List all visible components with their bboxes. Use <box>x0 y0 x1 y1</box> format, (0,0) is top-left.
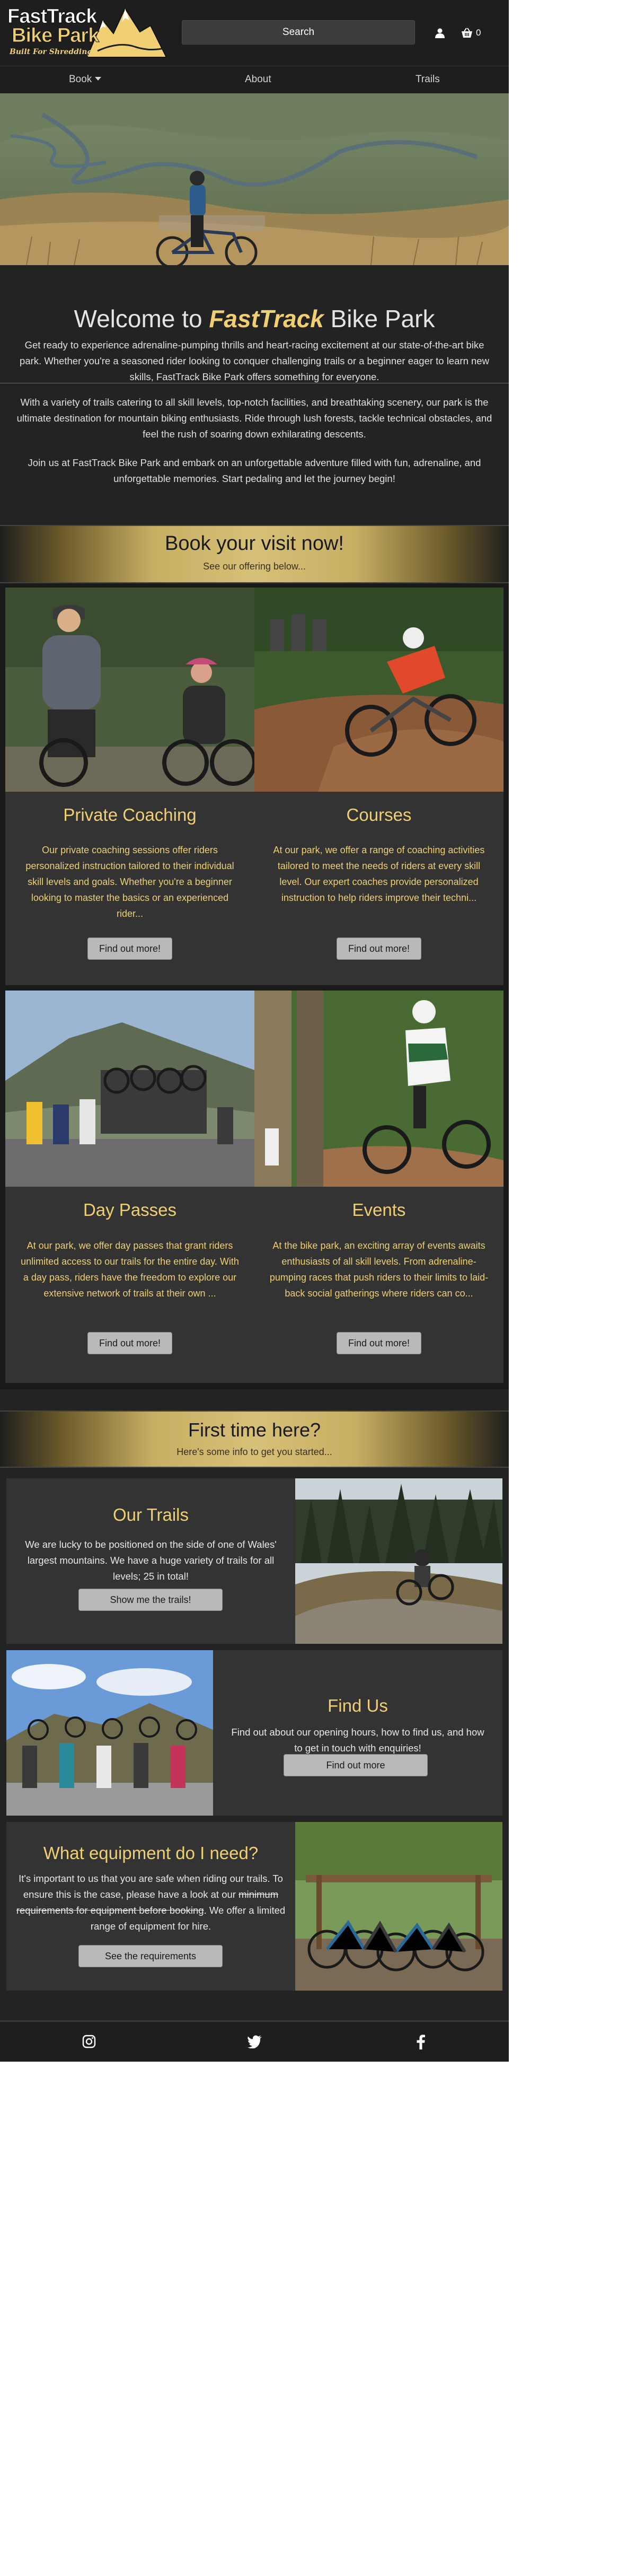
card-text: Our private coaching sessions offer ride… <box>25 845 234 919</box>
booking-banner: Book your visit now! See our offering be… <box>0 525 509 583</box>
card-courses: Courses At our park, we offer a range of… <box>254 588 504 985</box>
card-title: Private Coaching <box>63 805 197 825</box>
find-us-panel: Find Us Find out about our opening hours… <box>6 1650 502 1816</box>
logo-tagline: Built For Shredding <box>10 48 93 56</box>
logo-line-2: Bike Park <box>11 24 99 47</box>
nav-item-book[interactable]: Book <box>69 74 102 85</box>
show-trails-button[interactable]: Show me the trails! <box>78 1589 223 1611</box>
card-text: At our park, we offer a range of coachin… <box>273 845 485 903</box>
our-trails-panel: Our Trails We are lucky to be positioned… <box>6 1478 502 1644</box>
card-image <box>254 588 504 792</box>
main-nav: Book About Trails <box>0 66 509 93</box>
nav-item-label: Book <box>69 74 92 85</box>
equipment-title: What equipment do I need? <box>43 1843 259 1863</box>
welcome-paragraph: With a variety of trails catering to all… <box>16 397 492 440</box>
chevron-down-icon <box>95 77 102 81</box>
card-day-passes: Day Passes At our park, we offer day pas… <box>5 991 254 1383</box>
page: FastTrack Bike Park Built For Shredding … <box>0 0 636 2576</box>
header-actions: 0 <box>435 23 481 42</box>
find-out-more-button[interactable]: Find out more! <box>87 1332 172 1354</box>
search-button[interactable]: Search <box>182 20 415 45</box>
card-title: Day Passes <box>83 1200 177 1220</box>
our-trails-text: We are lucky to be positioned on the sid… <box>25 1539 277 1582</box>
card-image <box>254 991 504 1187</box>
logo[interactable]: FastTrack Bike Park Built For Shredding <box>7 4 166 59</box>
equipment-image <box>295 1822 502 1991</box>
nav-item-trails[interactable]: Trails <box>416 74 440 85</box>
find-us-image <box>6 1650 213 1816</box>
find-us-button[interactable]: Find out more <box>284 1754 428 1776</box>
welcome-paragraph: Join us at FastTrack Bike Park and embar… <box>28 457 481 484</box>
find-us-title: Find Us <box>328 1696 388 1715</box>
booking-subtitle: See our offering below... <box>203 561 306 572</box>
equipment-panel: What equipment do I need? It's important… <box>6 1822 502 1991</box>
trails-image <box>295 1478 502 1644</box>
equipment-text: It's important to us that you are safe w… <box>14 1871 288 1934</box>
card-title: Events <box>352 1200 406 1220</box>
first-time-banner: First time here? Here's some info to get… <box>0 1410 509 1468</box>
first-time-subtitle: Here's some info to get you started... <box>176 1447 332 1457</box>
first-time-title: First time here? <box>188 1419 321 1441</box>
welcome-section: Welcome to FastTrack Bike Park Get ready… <box>0 265 509 525</box>
header: FastTrack Bike Park Built For Shredding … <box>0 0 509 66</box>
card-image <box>5 588 254 792</box>
find-us-text: Find out about our opening hours, how to… <box>231 1727 484 1754</box>
nav-item-about[interactable]: About <box>245 74 271 85</box>
account-button[interactable] <box>435 28 445 38</box>
card-private-coaching: Private Coaching Our private coaching se… <box>5 588 254 985</box>
card-title: Courses <box>346 805 412 825</box>
find-out-more-button[interactable]: Find out more! <box>337 1332 421 1354</box>
welcome-title-suffix: Bike Park <box>323 305 435 332</box>
facebook-icon[interactable] <box>416 2035 426 2049</box>
hero-image <box>0 93 509 265</box>
card-image <box>5 991 254 1187</box>
brand-name: FastTrack <box>209 305 324 332</box>
see-requirements-button[interactable]: See the requirements <box>78 1945 223 1967</box>
twitter-icon[interactable] <box>248 2035 262 2048</box>
find-out-more-button[interactable]: Find out more! <box>337 937 421 960</box>
footer <box>0 2020 509 2062</box>
cart-count: 0 <box>476 28 481 38</box>
find-out-more-button[interactable]: Find out more! <box>87 937 172 960</box>
welcome-title: Welcome to FastTrack Bike Park <box>0 304 509 333</box>
cart-button[interactable]: 0 <box>461 28 481 38</box>
basket-icon <box>462 28 472 38</box>
user-icon <box>435 28 445 38</box>
card-events: Events At the bike park, an exciting arr… <box>254 991 504 1383</box>
mountain-logo-icon <box>87 7 166 58</box>
booking-title: Book your visit now! <box>165 532 344 555</box>
site: FastTrack Bike Park Built For Shredding … <box>0 0 636 2576</box>
instagram-icon[interactable] <box>82 2035 96 2048</box>
welcome-paragraph: Get ready to experience adrenaline-pumpi… <box>20 339 489 382</box>
card-text: At the bike park, an exciting array of e… <box>269 1240 489 1299</box>
our-trails-title: Our Trails <box>112 1505 189 1524</box>
card-text: At our park, we offer day passes that gr… <box>21 1240 239 1299</box>
welcome-title-prefix: Welcome to <box>74 305 209 332</box>
